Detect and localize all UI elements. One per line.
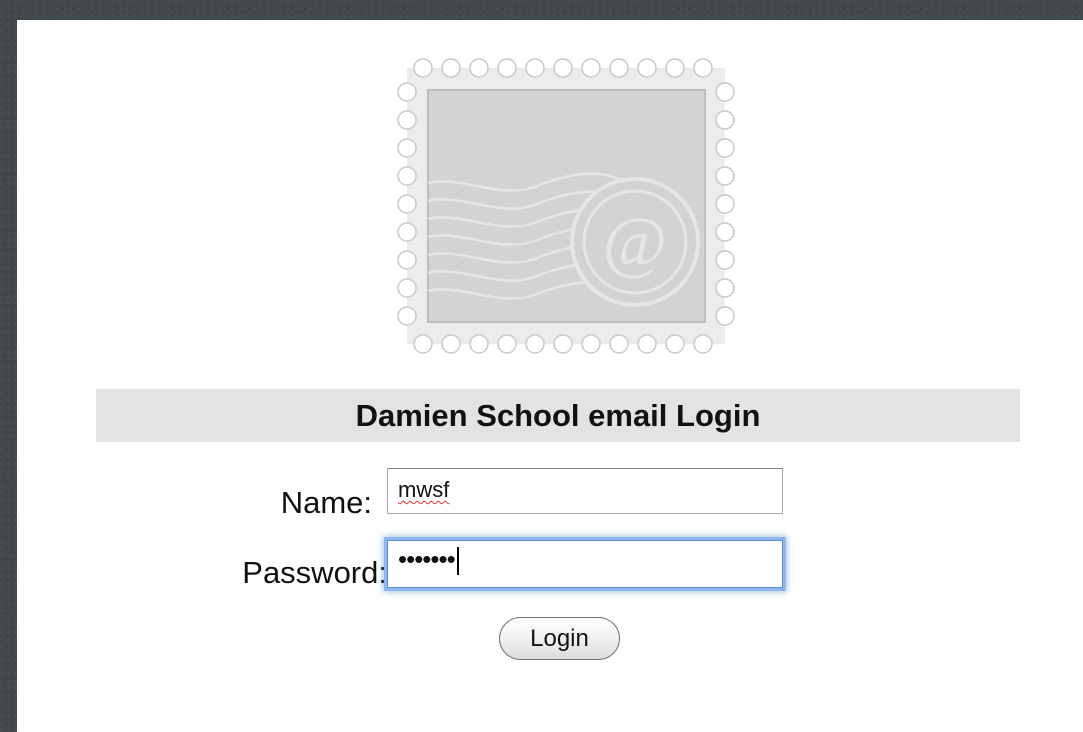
name-label: Name: bbox=[280, 485, 372, 520]
password-label: Password: bbox=[242, 555, 387, 590]
password-field-value: ••••••• bbox=[398, 544, 456, 574]
name-field-value: mwsf bbox=[398, 477, 450, 502]
svg-text:@: @ bbox=[603, 204, 667, 281]
at-sign-postmark: @ bbox=[570, 177, 700, 307]
name-field[interactable]: mwsf bbox=[387, 468, 783, 514]
login-page: @ Damien School email Login Name: mwsf P… bbox=[17, 20, 1083, 732]
text-cursor bbox=[456, 547, 459, 576]
login-button[interactable]: Login bbox=[499, 617, 620, 660]
page-title: Damien School email Login bbox=[96, 389, 1020, 442]
password-field[interactable]: ••••••• bbox=[387, 540, 783, 588]
email-stamp-icon: @ bbox=[397, 58, 735, 354]
